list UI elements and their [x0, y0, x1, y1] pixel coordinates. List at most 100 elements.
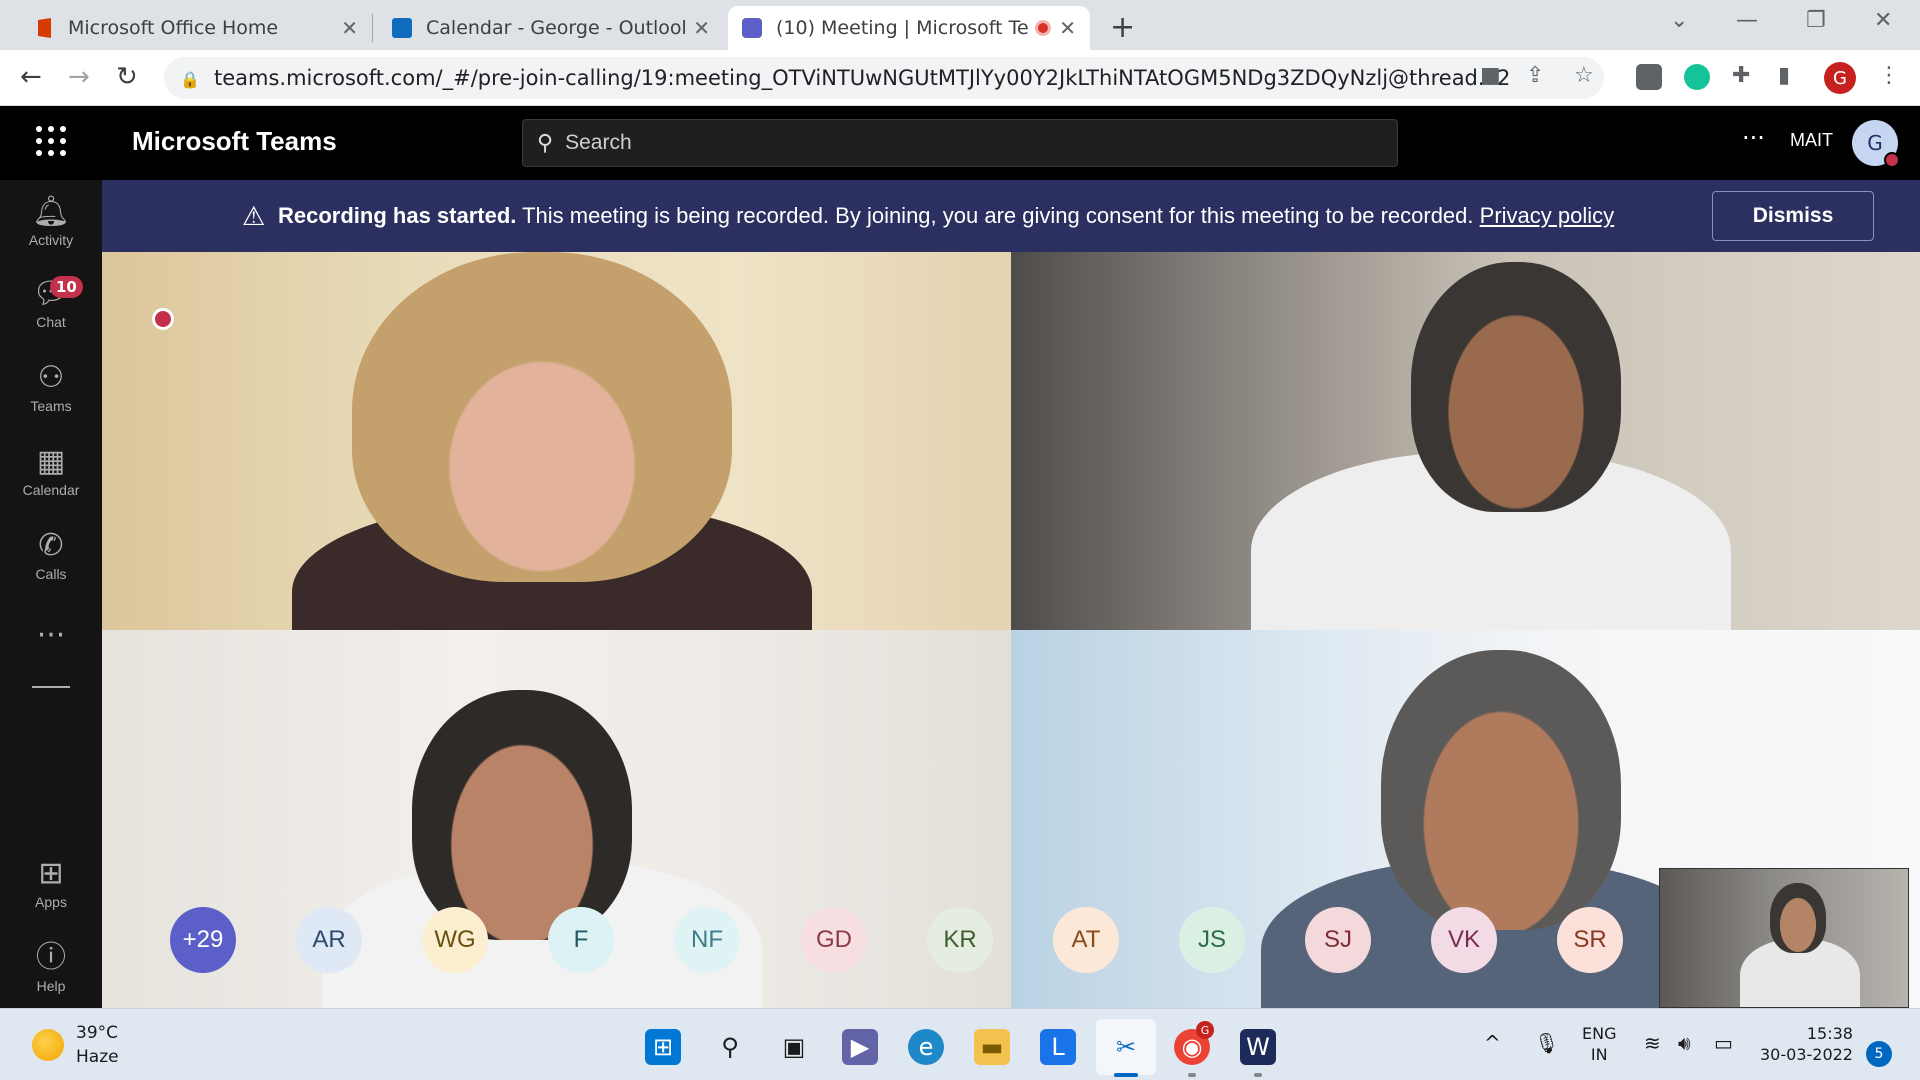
- app-launcher-icon[interactable]: [36, 126, 66, 156]
- tab-title: Microsoft Office Home: [68, 17, 279, 39]
- volume-icon[interactable]: 🔊︎: [1678, 1031, 1691, 1055]
- app-l-icon[interactable]: L: [1040, 1029, 1076, 1065]
- grammarly-icon[interactable]: [1684, 64, 1710, 90]
- search-icon: ⚲: [537, 130, 554, 156]
- search-input[interactable]: ⚲ Search: [522, 119, 1398, 167]
- new-tab-button[interactable]: +: [1110, 10, 1135, 45]
- tab-teams-meeting[interactable]: (10) Meeting | Microsoft Tea ✕: [728, 6, 1090, 50]
- participant-avatar[interactable]: VK: [1431, 907, 1497, 973]
- more-options-icon[interactable]: ···: [1742, 124, 1765, 152]
- share-icon[interactable]: ⇪: [1526, 63, 1544, 88]
- lock-icon: 🔒: [180, 70, 200, 89]
- tab-office-home[interactable]: Microsoft Office Home ✕: [20, 6, 372, 50]
- more-participants-bubble[interactable]: +29: [170, 907, 236, 973]
- task-view-icon[interactable]: ▣: [776, 1029, 812, 1065]
- recording-icon: [1035, 20, 1052, 36]
- calendar-icon: ▦: [36, 444, 66, 479]
- participant-avatar[interactable]: SJ: [1305, 907, 1371, 973]
- weather-condition[interactable]: Haze: [76, 1047, 119, 1067]
- weather-temperature[interactable]: 39°C: [76, 1023, 118, 1043]
- rail-item-apps[interactable]: ⊞ Apps: [0, 856, 102, 911]
- minimize-button[interactable]: —: [1736, 8, 1758, 33]
- windows-start-icon[interactable]: ⊞: [645, 1029, 681, 1065]
- teams-icon: [742, 18, 762, 38]
- video-tile[interactable]: [1011, 252, 1920, 630]
- running-app-indicator: [1188, 1073, 1196, 1077]
- self-video-preview[interactable]: [1659, 868, 1909, 1008]
- close-icon[interactable]: ✕: [341, 16, 358, 40]
- rail-more-apps[interactable]: ···: [0, 618, 102, 654]
- rail-item-calls[interactable]: ✆ Calls: [0, 528, 102, 583]
- tab-outlook-calendar[interactable]: Calendar - George - Outlook ✕: [378, 6, 724, 50]
- clock[interactable]: 15:38 30-03-2022: [1760, 1023, 1853, 1065]
- file-explorer-icon[interactable]: ▬: [974, 1029, 1010, 1065]
- warning-icon: ⚠: [242, 201, 266, 231]
- recording-indicator-icon: [152, 308, 174, 330]
- participant-avatar[interactable]: F: [548, 907, 614, 973]
- outlook-icon: [392, 18, 412, 38]
- app-title: Microsoft Teams: [132, 126, 337, 156]
- dismiss-button[interactable]: Dismiss: [1712, 191, 1874, 241]
- edge-icon[interactable]: e: [908, 1029, 944, 1065]
- wifi-icon[interactable]: ≋: [1644, 1031, 1661, 1055]
- menu-kebab-icon[interactable]: ⋮: [1878, 63, 1900, 88]
- teams-chat-icon[interactable]: ▶: [842, 1029, 878, 1065]
- search-icon[interactable]: ⚲: [712, 1029, 748, 1065]
- org-name[interactable]: MAIT: [1790, 130, 1833, 151]
- recording-message-bold: Recording has started.: [278, 203, 517, 228]
- participant-avatar[interactable]: WG: [422, 907, 488, 973]
- participant-avatar[interactable]: GD: [801, 907, 867, 973]
- office-icon: [38, 18, 51, 38]
- profile-avatar[interactable]: G: [1824, 62, 1856, 94]
- video-tile[interactable]: [102, 252, 1011, 630]
- participant-avatar[interactable]: KR: [927, 907, 993, 973]
- rail-label: Teams: [30, 398, 72, 414]
- rail-label: Calendar: [22, 482, 80, 498]
- side-panel-icon[interactable]: ▮: [1778, 63, 1790, 88]
- camera-icon[interactable]: ■: [1480, 63, 1501, 88]
- address-bar[interactable]: 🔒 teams.microsoft.com/_#/pre-join-callin…: [164, 57, 1604, 99]
- participant-avatar[interactable]: NF: [674, 907, 740, 973]
- teams-people-icon: ⚇: [37, 360, 65, 395]
- active-app-indicator: [1114, 1073, 1138, 1077]
- rail-item-chat[interactable]: 💬︎ Chat 10: [0, 276, 102, 331]
- participant-avatar[interactable]: AR: [296, 907, 362, 973]
- recording-message-text: This meeting is being recorded. By joini…: [516, 203, 1480, 228]
- rail-item-help[interactable]: ⓘ Help: [0, 940, 102, 995]
- clock-date: 30-03-2022: [1760, 1045, 1853, 1064]
- restore-button[interactable]: ❐: [1806, 8, 1826, 33]
- privacy-policy-link[interactable]: Privacy policy: [1480, 203, 1614, 228]
- close-icon[interactable]: ✕: [693, 16, 710, 40]
- forward-button[interactable]: →: [68, 62, 90, 92]
- participant-avatar[interactable]: JS: [1179, 907, 1245, 973]
- extension-icon[interactable]: [1636, 64, 1662, 90]
- tab-title: (10) Meeting | Microsoft Tea: [776, 17, 1030, 39]
- microphone-icon[interactable]: 🎙︎: [1534, 1031, 1559, 1055]
- rail-item-activity[interactable]: 🔔︎ Activity: [0, 194, 102, 249]
- close-window-button[interactable]: ✕: [1874, 8, 1892, 33]
- windows-taskbar: 39°C Haze ⊞ ⚲ ▣ ▶ e ▬ L ✂ ◉ G W ^ 🎙︎ ENG…: [0, 1008, 1920, 1080]
- back-button[interactable]: ←: [20, 62, 42, 92]
- tray-overflow-icon[interactable]: ^: [1484, 1031, 1501, 1055]
- battery-icon[interactable]: ▭: [1714, 1031, 1733, 1055]
- help-icon: ⓘ: [36, 940, 66, 975]
- language-indicator[interactable]: ENG IN: [1582, 1023, 1616, 1065]
- rail-item-teams[interactable]: ⚇ Teams: [0, 360, 102, 415]
- participant-avatar[interactable]: AT: [1053, 907, 1119, 973]
- reload-button[interactable]: ↻: [116, 62, 138, 92]
- extensions-puzzle-icon[interactable]: ✚: [1732, 63, 1750, 88]
- rail-item-calendar[interactable]: ▦ Calendar: [0, 444, 102, 499]
- rail-divider: [32, 686, 70, 688]
- bookmark-star-icon[interactable]: ☆: [1574, 63, 1594, 88]
- self-face: [1770, 883, 1826, 953]
- participant-face: [1381, 650, 1621, 930]
- snipping-tool-icon[interactable]: ✂: [1108, 1029, 1144, 1065]
- recording-message: Recording has started. This meeting is b…: [278, 203, 1614, 229]
- close-icon[interactable]: ✕: [1059, 16, 1076, 40]
- tab-search-icon[interactable]: ⌄: [1670, 8, 1688, 33]
- participant-face: [412, 690, 632, 940]
- webex-icon[interactable]: W: [1240, 1029, 1276, 1065]
- notification-count-badge[interactable]: 5: [1866, 1041, 1892, 1067]
- weather-sun-icon[interactable]: [32, 1029, 64, 1061]
- participant-avatar[interactable]: SR: [1557, 907, 1623, 973]
